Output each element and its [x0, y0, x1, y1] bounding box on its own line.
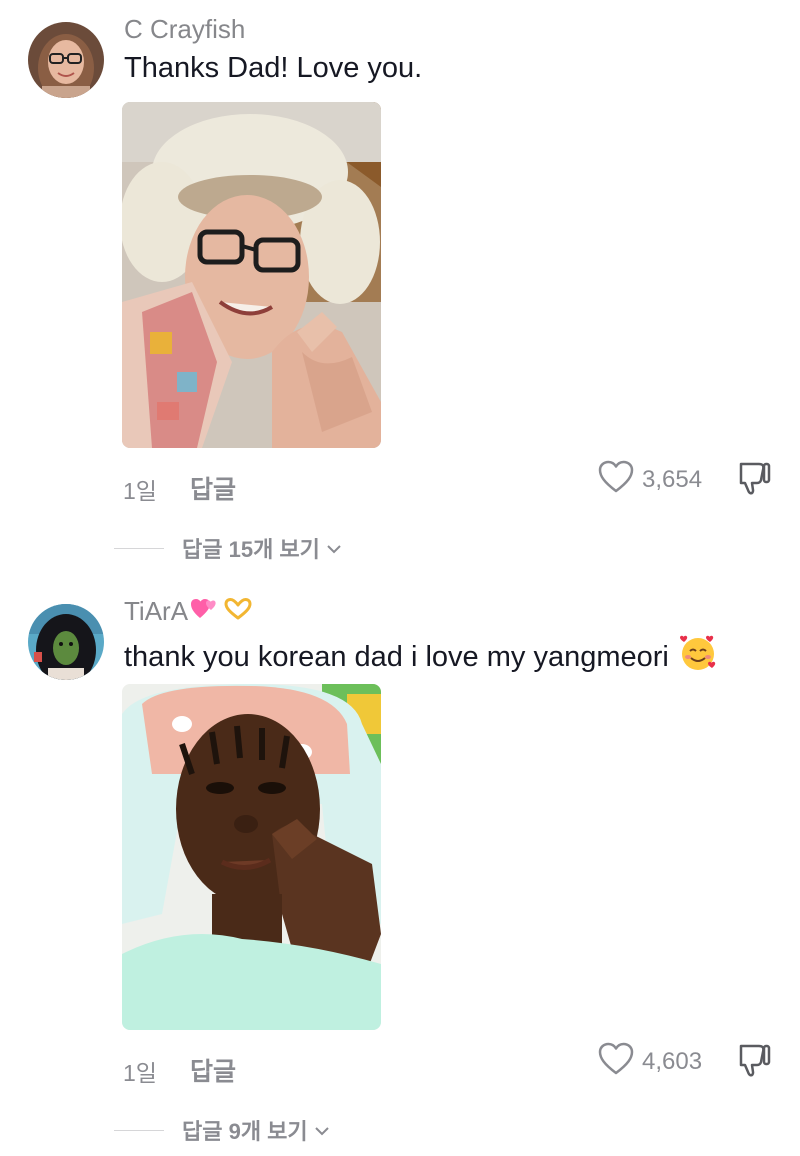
comment-photo[interactable] — [122, 684, 381, 1030]
like-count: 4,603 — [642, 1047, 703, 1075]
like-button[interactable]: 3,654 — [598, 460, 702, 499]
comment-text: Thanks Dad! Love you. — [124, 52, 422, 85]
heart-hands-icon — [222, 596, 254, 627]
username-text: TiArA — [124, 596, 189, 626]
username[interactable]: TiArA — [124, 596, 254, 627]
username[interactable]: C Crayfish — [124, 14, 245, 45]
like-count: 3,654 — [642, 465, 703, 493]
chevron-down-icon — [326, 535, 342, 561]
view-replies-label: 답글 9개 보기 — [182, 1114, 330, 1146]
reply-button[interactable]: 답글 — [190, 470, 236, 506]
comment-item: TiArA thank you korean dad i love my yan… — [0, 580, 800, 1156]
divider-line — [114, 1129, 164, 1131]
comment-text: thank you korean dad i love my yangmeori — [124, 634, 717, 680]
smiling-face-with-hearts-icon — [679, 634, 717, 680]
comment-item: C Crayfish Thanks Dad! Love you. 1일 답글 3… — [0, 0, 800, 580]
comment-body: thank you korean dad i love my yangmeori — [124, 640, 669, 673]
avatar[interactable] — [28, 604, 104, 680]
reply-button[interactable]: 답글 — [190, 1052, 236, 1088]
comment-time: 1일 — [123, 478, 157, 504]
comment-time: 1일 — [123, 1060, 157, 1086]
view-replies-text: 답글 15개 보기 — [182, 537, 320, 562]
two-hearts-icon — [190, 596, 220, 627]
like-button[interactable]: 4,603 — [598, 1042, 702, 1081]
view-replies-label: 답글 15개 보기 — [182, 532, 342, 564]
view-replies-button[interactable]: 답글 15개 보기 — [114, 532, 342, 564]
thumbs-down-icon — [737, 1044, 773, 1082]
comment-body: Thanks Dad! Love you. — [124, 52, 423, 84]
view-replies-text: 답글 9개 보기 — [182, 1119, 308, 1144]
chevron-down-icon — [314, 1117, 330, 1143]
dislike-button[interactable] — [737, 460, 773, 501]
divider-line — [114, 547, 164, 549]
dislike-button[interactable] — [737, 1042, 773, 1083]
avatar[interactable] — [28, 22, 104, 98]
view-replies-button[interactable]: 답글 9개 보기 — [114, 1114, 330, 1146]
thumbs-down-icon — [737, 462, 773, 500]
heart-icon — [598, 460, 634, 499]
comment-photo[interactable] — [122, 102, 381, 448]
heart-icon — [598, 1042, 634, 1081]
